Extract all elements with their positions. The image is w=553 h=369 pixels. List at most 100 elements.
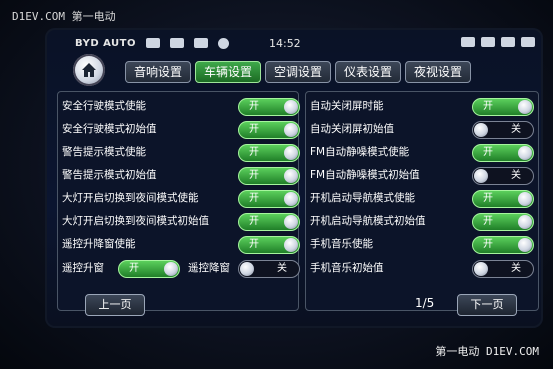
setting-row: 大灯开启切换到夜间模式初始值 开 — [62, 211, 300, 231]
bottom-navigation: 上一页 1/5 下一页 — [45, 294, 543, 318]
toggle-switch[interactable]: 开 — [238, 213, 300, 231]
toggle-switch[interactable]: 关 — [472, 260, 534, 278]
toggle-knob — [474, 123, 488, 137]
toggle-switch[interactable]: 开 — [238, 144, 300, 162]
setting-label: 警告提示模式使能 — [62, 146, 146, 158]
setting-row: 自动关闭屏时能 开 — [310, 96, 534, 116]
setting-row: FM自动静噪模式使能 开 — [310, 142, 534, 162]
window-down-toggle[interactable]: 关 — [238, 260, 300, 278]
setting-row: FM自动静噪模式初始值 关 — [310, 165, 534, 185]
toggle-state: 开 — [249, 124, 259, 135]
toggle-knob — [474, 262, 488, 276]
toggle-knob — [164, 262, 178, 276]
toggle-switch[interactable]: 开 — [238, 98, 300, 116]
toggle-state: 关 — [277, 263, 287, 274]
setting-label: 手机音乐初始值 — [310, 262, 384, 274]
tab-audio-settings[interactable]: 音响设置 — [125, 61, 191, 83]
watermark-top: D1EV.COM 第一电动 — [12, 10, 116, 23]
setting-label: 自动关闭屏时能 — [310, 100, 384, 112]
toggle-state: 关 — [511, 263, 521, 274]
info-icon — [217, 37, 229, 49]
setting-row: 遥控升降窗使能 开 — [62, 234, 300, 254]
toggle-switch[interactable]: 开 — [238, 121, 300, 139]
home-button[interactable] — [73, 54, 105, 86]
toggle-knob — [518, 192, 532, 206]
setting-label: 自动关闭屏初始值 — [310, 123, 394, 135]
signal-icon — [169, 38, 184, 48]
window-up-toggle[interactable]: 开 — [118, 260, 180, 278]
setting-row: 大灯开启切换到夜间模式使能 开 — [62, 188, 300, 208]
window-down-label: 遥控降窗 — [188, 262, 230, 274]
toggle-knob — [284, 100, 298, 114]
tab-vehicle-settings[interactable]: 车辆设置 — [195, 61, 261, 83]
toggle-knob — [284, 215, 298, 229]
tab-dashboard-settings[interactable]: 仪表设置 — [335, 61, 401, 83]
toggle-state: 开 — [483, 101, 493, 112]
setting-row: 安全行驶模式使能 开 — [62, 96, 300, 116]
toggle-state: 开 — [249, 193, 259, 204]
toggle-knob — [518, 215, 532, 229]
status-icons-right — [455, 37, 535, 47]
setting-label: 开机启动导航模式初始值 — [310, 215, 426, 227]
toggle-switch[interactable]: 关 — [472, 121, 534, 139]
setting-row: 安全行驶模式初始值 开 — [62, 119, 300, 139]
toggle-knob — [284, 192, 298, 206]
toggle-knob — [518, 100, 532, 114]
setting-label: 安全行驶模式使能 — [62, 100, 146, 112]
tab-night-vision-settings[interactable]: 夜视设置 — [405, 61, 471, 83]
toggle-switch[interactable]: 开 — [472, 98, 534, 116]
toggle-switch[interactable]: 开 — [238, 167, 300, 185]
left-settings-panel: 安全行驶模式使能 开 安全行驶模式初始值 开 警告提示模式使能 开 警告提示模式… — [57, 91, 300, 311]
toggle-knob — [518, 146, 532, 160]
brand-label: BYD AUTO — [75, 37, 136, 49]
setting-label: 手机音乐使能 — [310, 238, 373, 250]
previous-page-button[interactable]: 上一页 — [85, 294, 145, 316]
toggle-state: 关 — [511, 170, 521, 181]
bluetooth-icon — [145, 38, 160, 48]
media-icon — [461, 37, 475, 47]
setting-label: 开机启动导航模式使能 — [310, 192, 415, 204]
toggle-state: 开 — [483, 147, 493, 158]
status-bar: BYD AUTO 14:52 — [75, 34, 535, 52]
toggle-switch[interactable]: 开 — [472, 190, 534, 208]
toggle-switch[interactable]: 开 — [472, 213, 534, 231]
right-settings-panel: 自动关闭屏时能 开 自动关闭屏初始值 关 FM自动静噪模式使能 开 FM自动静噪… — [305, 91, 539, 311]
home-icon — [82, 63, 96, 77]
setting-label: 警告提示模式初始值 — [62, 169, 157, 181]
toggle-switch[interactable]: 开 — [472, 144, 534, 162]
volume-icon — [521, 37, 535, 47]
toggle-state: 开 — [249, 239, 259, 250]
setting-label: FM自动静噪模式初始值 — [310, 169, 420, 181]
setting-row: 手机音乐使能 开 — [310, 234, 534, 254]
toggle-switch[interactable]: 开 — [238, 190, 300, 208]
battery-icon — [193, 38, 208, 48]
tab-ac-settings[interactable]: 空调设置 — [265, 61, 331, 83]
mail-icon — [481, 37, 495, 47]
toggle-knob — [240, 262, 254, 276]
toggle-switch[interactable]: 关 — [472, 167, 534, 185]
settings-tabs: 音响设置 车辆设置 空调设置 仪表设置 夜视设置 — [125, 61, 475, 83]
setting-row: 警告提示模式初始值 开 — [62, 165, 300, 185]
setting-row: 警告提示模式使能 开 — [62, 142, 300, 162]
setting-label: 大灯开启切换到夜间模式初始值 — [62, 215, 209, 227]
setting-label: 安全行驶模式初始值 — [62, 123, 157, 135]
window-up-label: 遥控升窗 — [62, 262, 104, 274]
toggle-knob — [474, 169, 488, 183]
toggle-knob — [284, 123, 298, 137]
toggle-switch[interactable]: 开 — [238, 236, 300, 254]
setting-label: 大灯开启切换到夜间模式使能 — [62, 192, 199, 204]
page-indicator: 1/5 — [415, 296, 435, 310]
clock: 14:52 — [268, 36, 301, 50]
next-page-button[interactable]: 下一页 — [457, 294, 517, 316]
toggle-state: 开 — [483, 216, 493, 227]
watermark-bottom: 第一电动 D1EV.COM — [435, 345, 539, 358]
toggle-knob — [518, 238, 532, 252]
toggle-state: 开 — [249, 147, 259, 158]
toggle-state: 开 — [129, 263, 139, 274]
toggle-switch[interactable]: 开 — [472, 236, 534, 254]
toggle-state: 开 — [249, 170, 259, 181]
setting-row: 自动关闭屏初始值 关 — [310, 119, 534, 139]
setting-row: 开机启动导航模式初始值 开 — [310, 211, 534, 231]
toggle-state: 开 — [249, 216, 259, 227]
toggle-state: 开 — [483, 193, 493, 204]
